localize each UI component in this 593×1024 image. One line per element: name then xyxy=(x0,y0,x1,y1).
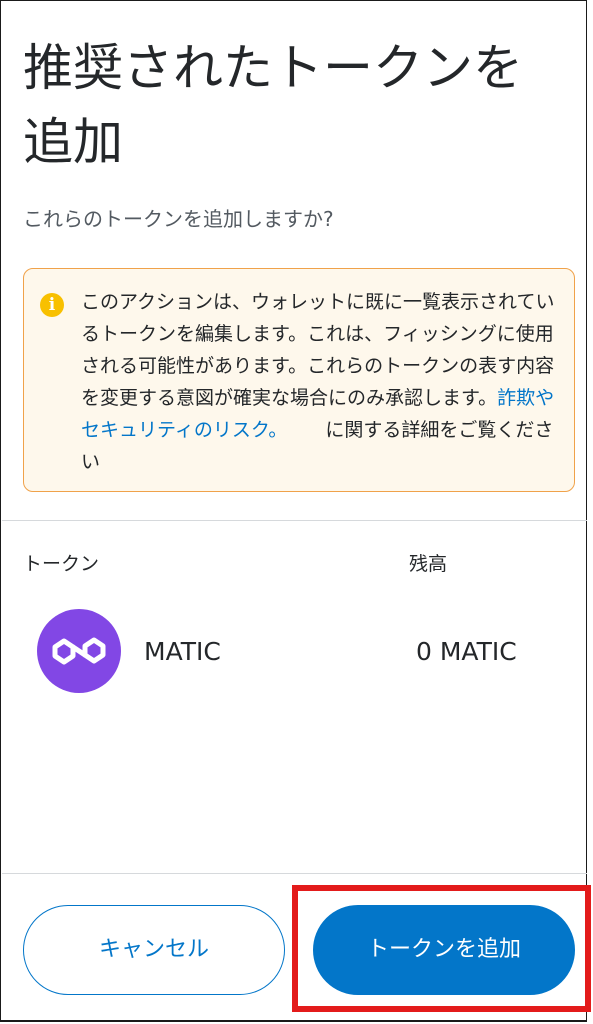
warning-text: このアクションは、ウォレットに既に一覧表示されているトークンを編集します。これは… xyxy=(81,291,555,409)
footer-divider xyxy=(2,873,587,874)
divider xyxy=(2,520,587,521)
info-icon: i xyxy=(40,293,64,317)
popup-window: 推奨されたトークンを追加 これらのトークンを追加しますか? i このアクションは… xyxy=(0,0,587,1022)
polygon-matic-icon xyxy=(37,609,121,693)
polygon-logo-glyph xyxy=(52,637,106,665)
column-header-balance: 残高 xyxy=(409,553,448,575)
page-title: 推奨されたトークンを追加 xyxy=(23,39,523,171)
token-symbol: MATIC xyxy=(144,637,221,666)
column-header-token: トークン xyxy=(23,553,100,575)
add-token-button[interactable]: トークンを追加 xyxy=(313,905,575,995)
page-subtitle: これらのトークンを追加しますか? xyxy=(23,207,334,231)
warning-message: このアクションは、ウォレットに既に一覧表示されているトークンを編集します。これは… xyxy=(81,286,559,478)
token-balance: 0 MATIC xyxy=(416,637,517,666)
cancel-button[interactable]: キャンセル xyxy=(23,905,285,995)
token-row: MATIC 0 MATIC xyxy=(23,601,563,701)
warning-banner: i このアクションは、ウォレットに既に一覧表示されているトークンを編集します。こ… xyxy=(23,268,575,492)
